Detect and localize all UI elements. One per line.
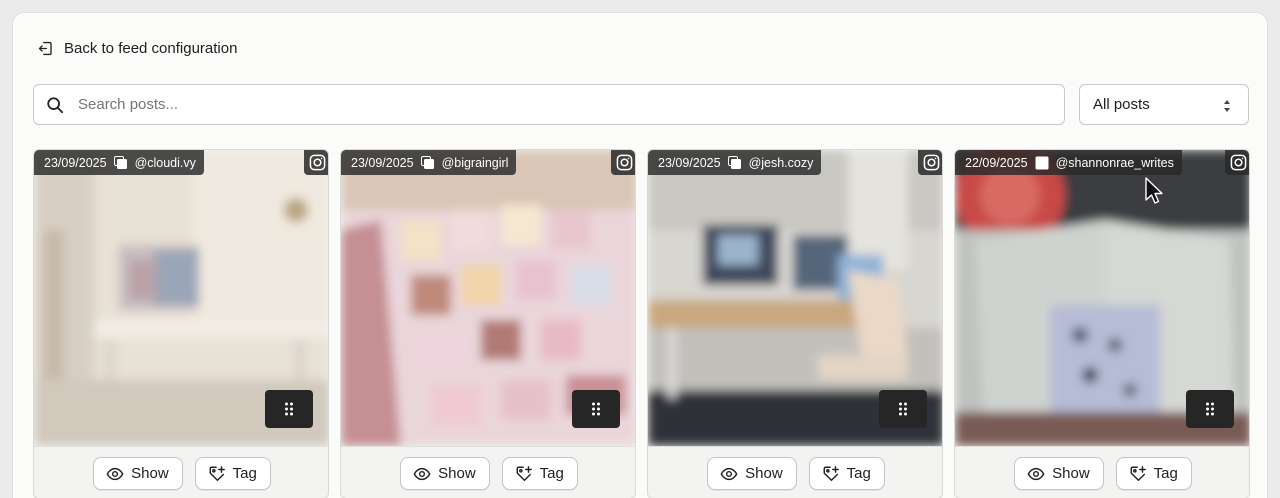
drag-handle[interactable] [572, 390, 620, 428]
instagram-icon-badge [918, 150, 942, 175]
tag-button-label: Tag [232, 465, 257, 482]
mouse-pointer-icon [1145, 177, 1163, 204]
search-icon [47, 97, 64, 114]
post-date: 22/09/2025 [965, 155, 1028, 170]
post-date: 23/09/2025 [44, 155, 107, 170]
post-actions: Show Tag [648, 446, 942, 498]
instagram-icon-badge [304, 150, 328, 175]
post-username: @bigraingirl [441, 155, 509, 170]
post-card: 23/09/2025 @jesh.cozy Show Tag [647, 149, 943, 498]
add-tag-icon [1130, 465, 1146, 481]
tag-button-label: Tag [1153, 465, 1178, 482]
select-arrows-icon [1224, 100, 1230, 112]
instagram-icon-badge [1225, 150, 1249, 175]
post-actions: Show Tag [34, 446, 328, 498]
drag-handle[interactable] [1186, 390, 1234, 428]
carousel-icon [727, 155, 741, 169]
show-button[interactable]: Show [400, 457, 490, 490]
back-arrow-icon [38, 41, 52, 56]
eye-icon [413, 467, 431, 480]
show-button-label: Show [1052, 465, 1090, 482]
filter-selected-value: All posts [1093, 96, 1150, 113]
instagram-icon [616, 154, 632, 171]
instagram-icon [309, 154, 325, 171]
show-button-label: Show [745, 465, 783, 482]
tag-button[interactable]: Tag [501, 457, 578, 490]
show-button[interactable]: Show [93, 457, 183, 490]
feed-panel: Back to feed configuration All posts [12, 12, 1268, 498]
drag-handle[interactable] [879, 390, 927, 428]
show-button-label: Show [131, 465, 169, 482]
eye-icon [1027, 467, 1045, 480]
back-to-feed-configuration-link[interactable]: Back to feed configuration [37, 40, 237, 57]
carousel-icon [420, 155, 434, 169]
post-username: @shannonrae_writes [1055, 155, 1174, 170]
tag-button[interactable]: Tag [194, 457, 271, 490]
post-meta-bar: 23/09/2025 @cloudi.vy [34, 150, 204, 175]
post-card: 23/09/2025 @bigraingirl Show Tag [340, 149, 636, 498]
drag-handle-icon [285, 402, 293, 416]
post-date: 23/09/2025 [658, 155, 721, 170]
search-bar [33, 84, 1065, 125]
show-button[interactable]: Show [1014, 457, 1104, 490]
add-tag-icon [209, 465, 225, 481]
instagram-icon [923, 154, 939, 171]
tag-button[interactable]: Tag [808, 457, 885, 490]
carousel-icon [113, 155, 127, 169]
post-card: 22/09/2025 @shannonrae_writes Show Tag [954, 149, 1250, 498]
drag-handle-icon [899, 402, 907, 416]
post-username: @jesh.cozy [748, 155, 814, 170]
add-tag-icon [823, 465, 839, 481]
eye-icon [720, 467, 738, 480]
tag-button[interactable]: Tag [1115, 457, 1192, 490]
image-icon [1035, 156, 1049, 169]
tag-button-label: Tag [846, 465, 871, 482]
drag-handle[interactable] [265, 390, 313, 428]
post-username: @cloudi.vy [134, 155, 196, 170]
eye-icon [106, 467, 124, 480]
drag-handle-icon [1206, 402, 1214, 416]
drag-handle-icon [592, 402, 600, 416]
post-actions: Show Tag [341, 446, 635, 498]
post-meta-bar: 22/09/2025 @shannonrae_writes [955, 150, 1182, 175]
back-link-label: Back to feed configuration [64, 40, 238, 57]
posts-filter-select[interactable]: All posts [1079, 84, 1249, 125]
post-date: 23/09/2025 [351, 155, 414, 170]
search-input[interactable] [78, 85, 1058, 124]
post-meta-bar: 23/09/2025 @bigraingirl [341, 150, 517, 175]
post-card: 23/09/2025 @cloudi.vy Show Tag [33, 149, 329, 498]
post-actions: Show Tag [955, 446, 1249, 498]
post-meta-bar: 23/09/2025 @jesh.cozy [648, 150, 822, 175]
show-button-label: Show [438, 465, 476, 482]
tag-button-label: Tag [539, 465, 564, 482]
instagram-icon [1230, 154, 1246, 171]
instagram-icon-badge [611, 150, 635, 175]
add-tag-icon [516, 465, 532, 481]
show-button[interactable]: Show [707, 457, 797, 490]
